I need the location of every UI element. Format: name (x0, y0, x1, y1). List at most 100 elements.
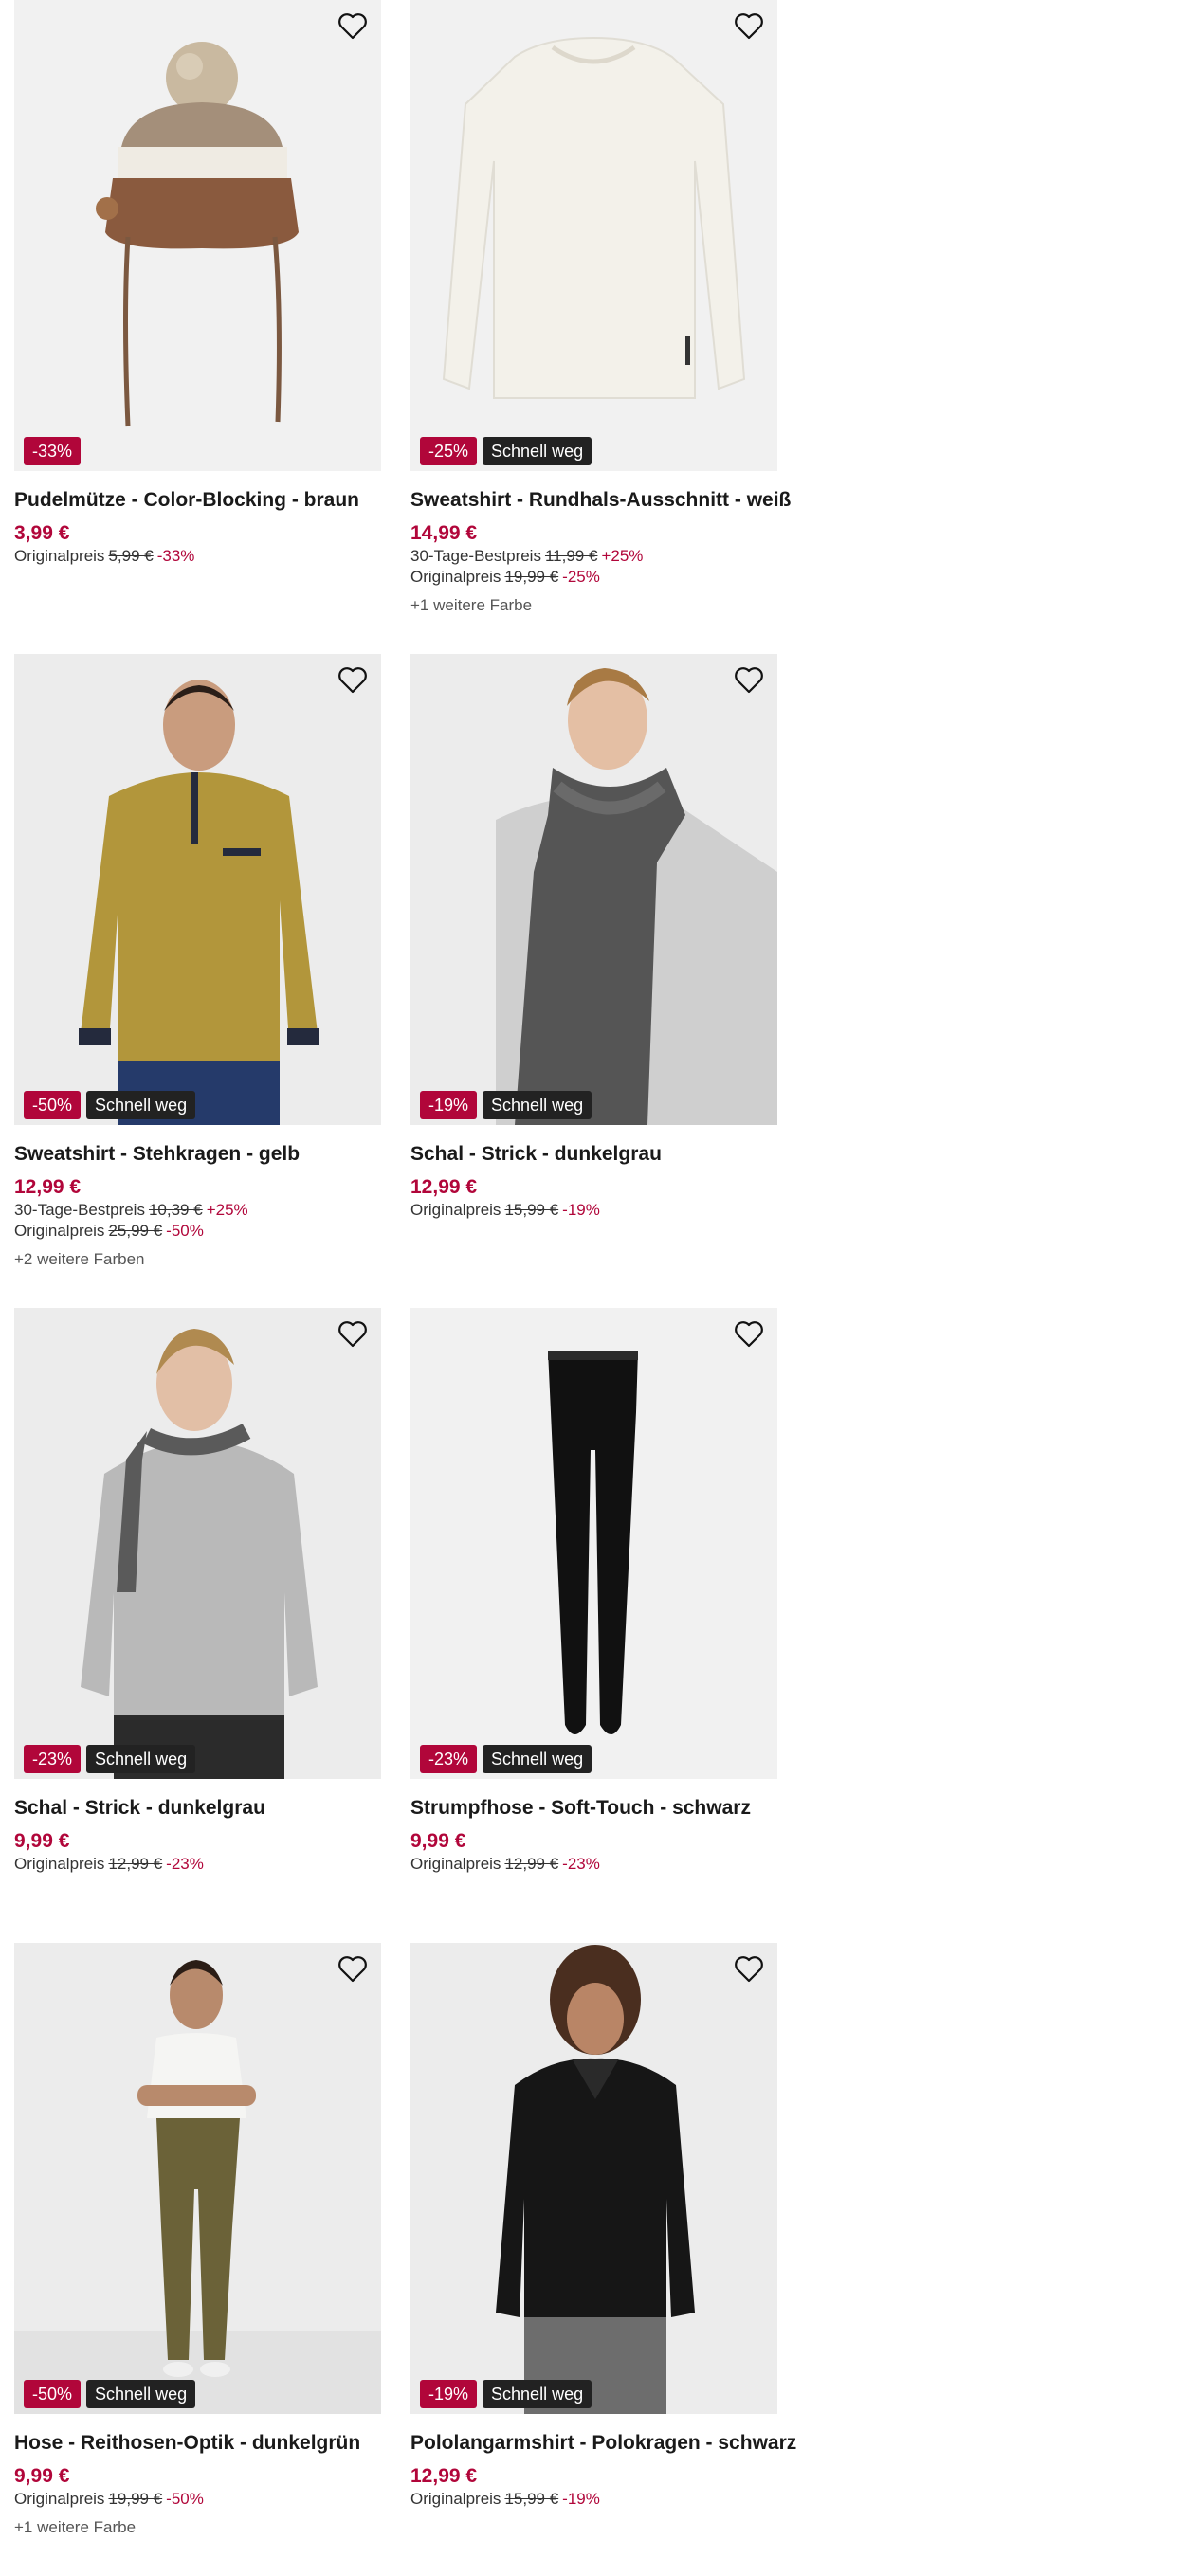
product-price: 9,99 € (410, 1830, 466, 1852)
riding-pants-image (14, 1943, 381, 2414)
product-image[interactable]: -33% (14, 0, 381, 471)
original-price-value: 19,99 € (504, 568, 559, 586)
product-grid: -33% Pudelmütze - Color-Blocking - braun… (0, 0, 1185, 2576)
product-title[interactable]: Sweatshirt - Rundhals-Ausschnitt - weiß (410, 488, 791, 513)
product-title[interactable]: Schal - Strick - dunkelgrau (14, 1796, 381, 1821)
scarf-grey-image (410, 654, 777, 1125)
discount-badge: -25% (420, 437, 478, 465)
product-image[interactable]: -25% Schnell weg (410, 0, 777, 471)
product-image[interactable]: -50% Schnell weg (14, 1943, 381, 2414)
scarf-model-image (14, 1308, 381, 1779)
sweatshirt-yellow-image (14, 654, 381, 1125)
wishlist-heart-icon[interactable] (334, 1315, 372, 1353)
original-price-line: Originalpreis 15,99 € -19% (410, 1200, 777, 1221)
beanie-image (96, 42, 299, 427)
original-price-value: 5,99 € (108, 547, 154, 565)
wishlist-heart-icon[interactable] (730, 1950, 768, 1988)
original-price-pct: -23% (166, 1855, 204, 1873)
product-price: 9,99 € (14, 1830, 70, 1852)
wishlist-heart-icon[interactable] (730, 1315, 768, 1353)
product-image[interactable]: -23% Schnell weg (410, 1308, 777, 1779)
product-price: 14,99 € (410, 522, 478, 544)
discount-badge: -23% (24, 1745, 82, 1773)
best-price-pct: +25% (601, 547, 644, 565)
product-card[interactable]: -19% Schnell weg Schal - Strick - dunkel… (410, 654, 777, 1221)
original-price-pct: -50% (166, 2490, 204, 2508)
product-card[interactable]: -23% Schnell weg Schal - Strick - dunkel… (14, 1308, 381, 1875)
wishlist-heart-icon[interactable] (334, 8, 372, 45)
wishlist-heart-icon[interactable] (730, 8, 768, 45)
badge-row: -19% Schnell weg (420, 2380, 592, 2408)
badge-row: -33% (24, 437, 82, 465)
fast-selling-badge: Schnell weg (86, 2380, 196, 2408)
discount-badge: -50% (24, 2380, 82, 2408)
discount-badge: -33% (24, 437, 82, 465)
original-price-line: Originalpreis 25,99 € -50% (14, 1221, 381, 1242)
original-price-label: Originalpreis (14, 547, 105, 565)
original-price-label: Originalpreis (14, 1855, 105, 1873)
badge-row: -23% Schnell weg (24, 1745, 196, 1773)
discount-badge: -19% (420, 2380, 478, 2408)
wishlist-heart-icon[interactable] (334, 1950, 372, 1988)
original-price-pct: -50% (166, 1222, 204, 1240)
product-card[interactable]: -19% Schnell weg Pololangarmshirt - Polo… (410, 1943, 796, 2510)
original-price-value: 19,99 € (108, 2490, 163, 2508)
best-price-value: 11,99 € (544, 547, 598, 565)
badge-row: -23% Schnell weg (420, 1745, 592, 1773)
product-card[interactable]: -33% Pudelmütze - Color-Blocking - braun… (14, 0, 381, 567)
wishlist-heart-icon[interactable] (730, 662, 768, 699)
product-card[interactable]: -25% Schnell weg Sweatshirt - Rundhals-A… (410, 0, 791, 616)
more-colors-link[interactable]: +1 weitere Farbe (410, 595, 777, 616)
original-price-label: Originalpreis (410, 2490, 501, 2508)
original-price-line: Originalpreis 12,99 € -23% (14, 1854, 381, 1875)
original-price-pct: -19% (562, 1201, 600, 1219)
product-image[interactable]: -23% Schnell weg (14, 1308, 381, 1779)
original-price-pct: -19% (562, 2490, 600, 2508)
product-card[interactable]: -50% Schnell weg Sweatshirt - Stehkragen… (14, 654, 381, 1270)
fast-selling-badge: Schnell weg (86, 1745, 196, 1773)
discount-badge: -23% (420, 1745, 478, 1773)
product-price: 12,99 € (410, 2465, 478, 2487)
original-price-label: Originalpreis (410, 568, 501, 586)
original-price-value: 12,99 € (108, 1855, 163, 1873)
product-price: 12,99 € (14, 1176, 82, 1198)
original-price-value: 25,99 € (108, 1222, 163, 1240)
product-card[interactable]: -23% Schnell weg Strumpfhose - Soft-Touc… (410, 1308, 777, 1875)
original-price-label: Originalpreis (410, 1855, 501, 1873)
sweatshirt-white-image (442, 36, 746, 399)
product-image[interactable]: -19% Schnell weg (410, 1943, 777, 2414)
product-title[interactable]: Hose - Reithosen-Optik - dunkelgrün (14, 2431, 381, 2456)
more-colors-link[interactable]: +1 weitere Farbe (14, 2517, 381, 2538)
product-image[interactable]: -50% Schnell weg (14, 654, 381, 1125)
original-price-label: Originalpreis (14, 1222, 105, 1240)
wishlist-heart-icon[interactable] (334, 662, 372, 699)
product-title[interactable]: Pudelmütze - Color-Blocking - braun (14, 488, 381, 513)
best-price-pct: +25% (206, 1201, 248, 1219)
original-price-pct: -25% (562, 568, 600, 586)
fast-selling-badge: Schnell weg (483, 1745, 592, 1773)
best-price-label: 30-Tage-Bestpreis (410, 547, 541, 565)
product-card[interactable]: -50% Schnell weg Hose - Reithosen-Optik … (14, 1943, 381, 2538)
product-price: 3,99 € (14, 522, 70, 544)
polo-shirt-image (410, 1943, 777, 2414)
original-price-value: 12,99 € (504, 1855, 559, 1873)
tights-image (548, 1351, 638, 1734)
more-colors-link[interactable]: +2 weitere Farben (14, 1249, 381, 1270)
original-price-line: Originalpreis 15,99 € -19% (410, 2489, 777, 2510)
original-price-label: Originalpreis (410, 1201, 501, 1219)
original-price-line: Originalpreis 12,99 € -23% (410, 1854, 777, 1875)
original-price-value: 15,99 € (504, 2490, 559, 2508)
product-title[interactable]: Pololangarmshirt - Polokragen - schwarz (410, 2431, 796, 2456)
original-price-label: Originalpreis (14, 2490, 105, 2508)
best-price-line: 30-Tage-Bestpreis 11,99 € +25% (410, 546, 777, 567)
best-price-label: 30-Tage-Bestpreis (14, 1201, 145, 1219)
product-price: 12,99 € (410, 1176, 478, 1198)
product-image[interactable]: -19% Schnell weg (410, 654, 777, 1125)
product-title[interactable]: Sweatshirt - Stehkragen - gelb (14, 1142, 381, 1167)
original-price-pct: -23% (562, 1855, 600, 1873)
badge-row: -25% Schnell weg (420, 437, 592, 465)
product-title[interactable]: Schal - Strick - dunkelgrau (410, 1142, 777, 1167)
fast-selling-badge: Schnell weg (483, 2380, 592, 2408)
best-price-line: 30-Tage-Bestpreis 10,39 € +25% (14, 1200, 381, 1221)
product-title[interactable]: Strumpfhose - Soft-Touch - schwarz (410, 1796, 777, 1821)
